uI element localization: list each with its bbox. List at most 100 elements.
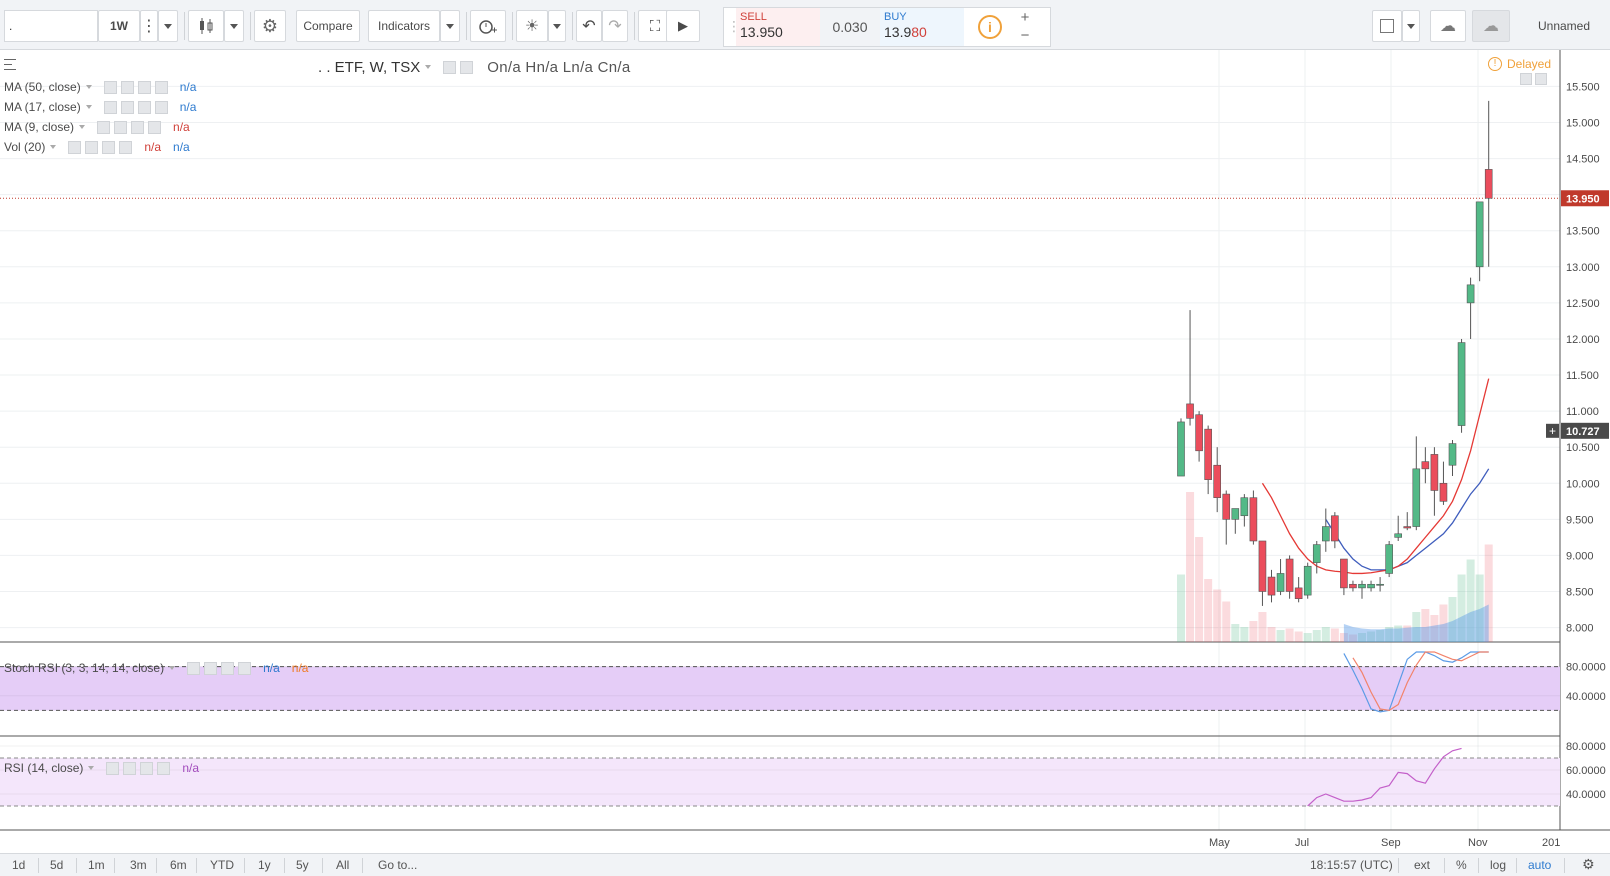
settings-icon[interactable] [120,100,134,114]
y-tick-label: 11.500 [1566,370,1599,382]
gear-icon[interactable]: ⚙ [1582,856,1595,873]
eye-icon[interactable] [103,100,117,114]
compare-button[interactable]: Compare [296,10,360,42]
settings-icon[interactable] [460,60,474,74]
settings-gear-icon[interactable]: ⚙ [254,10,286,42]
candle-body [1276,573,1285,592]
minus-icon[interactable]: − [1016,28,1034,44]
close-icon[interactable] [154,80,168,94]
indicators-button[interactable]: Indicators [368,10,440,42]
range-button-5y[interactable]: 5y [296,858,309,872]
plus-icon[interactable] [137,80,151,94]
symbol-search-input[interactable] [4,10,98,42]
info-icon[interactable]: i [978,15,1002,39]
buy-price: 13.980 [884,24,964,40]
stoch-rsi-label[interactable]: Stoch RSI (3, 3, 14, 14, close) [4,661,164,675]
cloud-save-icon[interactable]: ☁ [1472,10,1510,42]
legend-collapse-icon[interactable] [4,59,16,70]
close-icon[interactable] [148,120,162,134]
interval-button[interactable]: 1W [98,10,140,42]
chevron-down-icon[interactable] [50,145,57,149]
eye-icon[interactable] [68,140,82,154]
candle-body [1285,558,1294,592]
chevron-down-icon[interactable] [85,85,92,89]
range-button-6m[interactable]: 6m [170,858,187,872]
chart-type-button[interactable] [188,10,224,42]
chevron-down-icon[interactable] [79,125,86,129]
candle-body [1466,284,1475,304]
layout-name-label[interactable]: Unnamed [1524,10,1604,42]
redo-icon[interactable]: ↷ [602,10,628,42]
sell-label: SELL [740,11,767,23]
buy-button[interactable]: BUY 13.980 [880,8,964,46]
settings-icon[interactable] [123,761,137,775]
goto-date-button[interactable]: Go to... [378,858,417,872]
settings-icon[interactable] [204,661,218,675]
settings-icon[interactable] [85,140,99,154]
range-button-5d[interactable]: 5d [50,858,63,872]
indicator-legend-row: MA (9, close) n/a [4,119,190,135]
chevron-down-icon[interactable] [169,666,176,670]
chart-canvas[interactable]: 15.50015.00014.50014.00013.50013.00012.5… [0,50,1610,853]
settings-icon[interactable] [114,120,128,134]
range-button-3m[interactable]: 3m [130,858,147,872]
chevron-down-icon[interactable] [85,105,92,109]
plus-icon[interactable]: + [1016,10,1034,26]
indicator-label[interactable]: MA (17, close) [4,100,81,114]
eye-icon[interactable] [443,60,457,74]
interval-dropdown-caret[interactable] [158,10,178,42]
sell-button[interactable]: SELL 13.950 [736,8,820,46]
auto-scale-toggle[interactable]: auto [1528,858,1551,872]
undo-icon[interactable]: ↶ [576,10,602,42]
layout-dropdown[interactable] [1402,10,1420,42]
range-button-1d[interactable]: 1d [12,858,25,872]
candles-icon [200,18,213,34]
scroll-left-icon[interactable] [1520,73,1532,85]
volume-bar [1267,627,1276,642]
delayed-badge[interactable]: ! Delayed [1488,57,1551,71]
last-price-label: 13.950 [1566,193,1600,205]
settings-icon[interactable] [120,80,134,94]
indicator-label[interactable]: Vol (20) [4,140,45,154]
chart-type-dropdown[interactable] [224,10,244,42]
rsi-legend: RSI (14, close) n/a [4,760,199,776]
plus-icon[interactable] [137,100,151,114]
log-scale-toggle[interactable]: log [1490,858,1506,872]
scroll-right-icon[interactable] [1535,73,1547,85]
add-alert-clock-icon [479,20,497,34]
plus-icon[interactable] [140,761,154,775]
y-tick-label: 15.000 [1566,118,1600,130]
range-button-ytd[interactable]: YTD [210,858,234,872]
range-button-1y[interactable]: 1y [258,858,271,872]
plus-icon[interactable] [131,120,145,134]
alert-button[interactable] [470,10,506,42]
indicator-label[interactable]: MA (50, close) [4,80,81,94]
percent-scale-toggle[interactable]: % [1456,858,1467,872]
indicators-dropdown[interactable] [440,10,460,42]
close-icon[interactable] [238,661,252,675]
eye-icon[interactable] [103,80,117,94]
indicator-label[interactable]: MA (9, close) [4,120,74,134]
cloud-load-icon[interactable]: ☁ [1430,10,1466,42]
plus-icon[interactable] [102,140,116,154]
ideas-lightbulb-icon[interactable]: ☀ [516,10,548,42]
ext-hours-toggle[interactable]: ext [1414,858,1430,872]
symbol-title[interactable]: . . ETF, W, TSX [318,59,420,76]
layout-select-button[interactable] [1372,10,1402,42]
eye-icon[interactable] [97,120,111,134]
rsi-label[interactable]: RSI (14, close) [4,761,83,775]
close-icon[interactable] [157,761,171,775]
eye-icon[interactable] [106,761,120,775]
close-icon[interactable] [154,100,168,114]
replay-play-icon[interactable]: ▶ [666,10,700,42]
interval-more-icon[interactable]: ⋮ [140,10,158,42]
eye-icon[interactable] [187,661,201,675]
plus-icon[interactable] [221,661,235,675]
range-button-1m[interactable]: 1m [88,858,105,872]
range-button-all[interactable]: All [336,858,349,872]
buy-price-tail: 80 [911,24,927,40]
chevron-down-icon[interactable] [425,65,432,69]
chevron-down-icon[interactable] [88,766,95,770]
close-icon[interactable] [119,140,133,154]
ideas-dropdown[interactable] [548,10,566,42]
